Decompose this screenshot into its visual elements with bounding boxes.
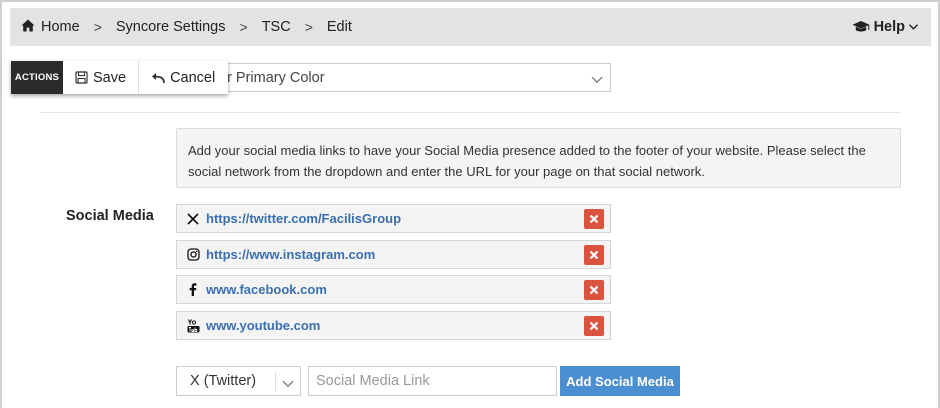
save-label: Save [93,69,127,86]
close-icon [589,214,599,224]
help-label: Help [873,19,905,35]
social-media-row-youtube: www.youtube.com [176,311,611,340]
graduation-cap-icon [852,20,870,34]
delete-button[interactable] [584,209,604,229]
cancel-button[interactable]: Cancel [139,61,228,94]
social-media-row-facebook: www.facebook.com [176,275,611,304]
breadcrumb-edit: Edit [326,19,352,35]
top-bar: Home > Syncore Settings > TSC > Edit Hel… [10,8,931,46]
breadcrumb-home-label: Home [41,19,80,35]
x-icon [186,212,200,226]
social-media-link[interactable]: www.facebook.com [206,282,327,297]
instagram-icon [186,248,200,262]
social-media-row-x: https://twitter.com/FacilisGroup [176,204,611,233]
breadcrumb-separator: > [304,19,313,35]
social-media-row-instagram: https://www.instagram.com [176,240,611,269]
facebook-icon [186,283,200,297]
add-social-media-button[interactable]: Add Social Media [560,366,680,396]
save-icon [75,71,88,84]
social-media-info: Add your social media links to have your… [176,128,901,188]
social-network-select[interactable]: X (Twitter) [176,366,301,396]
breadcrumb-home[interactable]: Home [21,19,80,35]
social-media-link[interactable]: https://twitter.com/FacilisGroup [206,211,401,226]
save-button[interactable]: Save [63,61,140,94]
delete-button[interactable] [584,245,604,265]
breadcrumb: Home > Syncore Settings > TSC > Edit [10,8,352,46]
breadcrumb-syncore-settings[interactable]: Syncore Settings [116,19,226,35]
delete-button[interactable] [584,316,604,336]
delete-button[interactable] [584,280,604,300]
undo-icon [152,72,165,83]
chevron-down-icon [909,22,918,33]
social-media-link[interactable]: www.youtube.com [206,318,320,333]
social-network-select-value: X (Twitter) [190,373,257,389]
close-icon [589,321,599,331]
actions-toolbar: ACTIONS Save Cancel [11,61,229,94]
section-divider [41,112,901,113]
breadcrumb-separator: > [93,19,102,35]
chevron-down-icon [591,72,603,88]
color-select[interactable]: er Primary Color [176,63,611,92]
social-media-label: Social Media [66,208,154,224]
select-divider [275,372,276,391]
home-icon [21,19,35,33]
close-icon [589,285,599,295]
chevron-down-icon [282,376,294,392]
social-media-link-input[interactable] [308,366,557,396]
youtube-icon [186,318,200,333]
help-menu[interactable]: Help [852,8,918,46]
cancel-label: Cancel [170,69,216,86]
breadcrumb-separator: > [239,19,248,35]
social-media-link[interactable]: https://www.instagram.com [206,247,375,262]
breadcrumb-tsc[interactable]: TSC [262,19,291,35]
actions-label: ACTIONS [11,61,63,94]
close-icon [589,250,599,260]
